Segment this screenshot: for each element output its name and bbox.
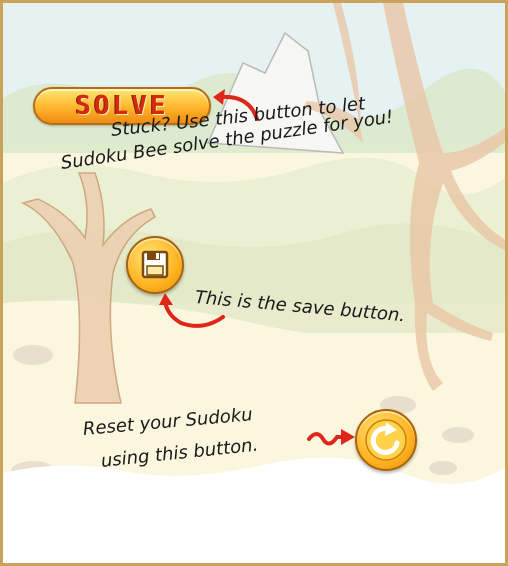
floppy-disk-icon [141, 250, 169, 279]
save-button[interactable] [126, 236, 184, 294]
reset-pointer-arrow-icon [307, 429, 355, 446]
help-panel: SOLVE Stuck? Use this button to let Sudo… [0, 0, 508, 566]
circular-arrow-icon [365, 419, 407, 461]
reset-button[interactable] [355, 409, 417, 471]
